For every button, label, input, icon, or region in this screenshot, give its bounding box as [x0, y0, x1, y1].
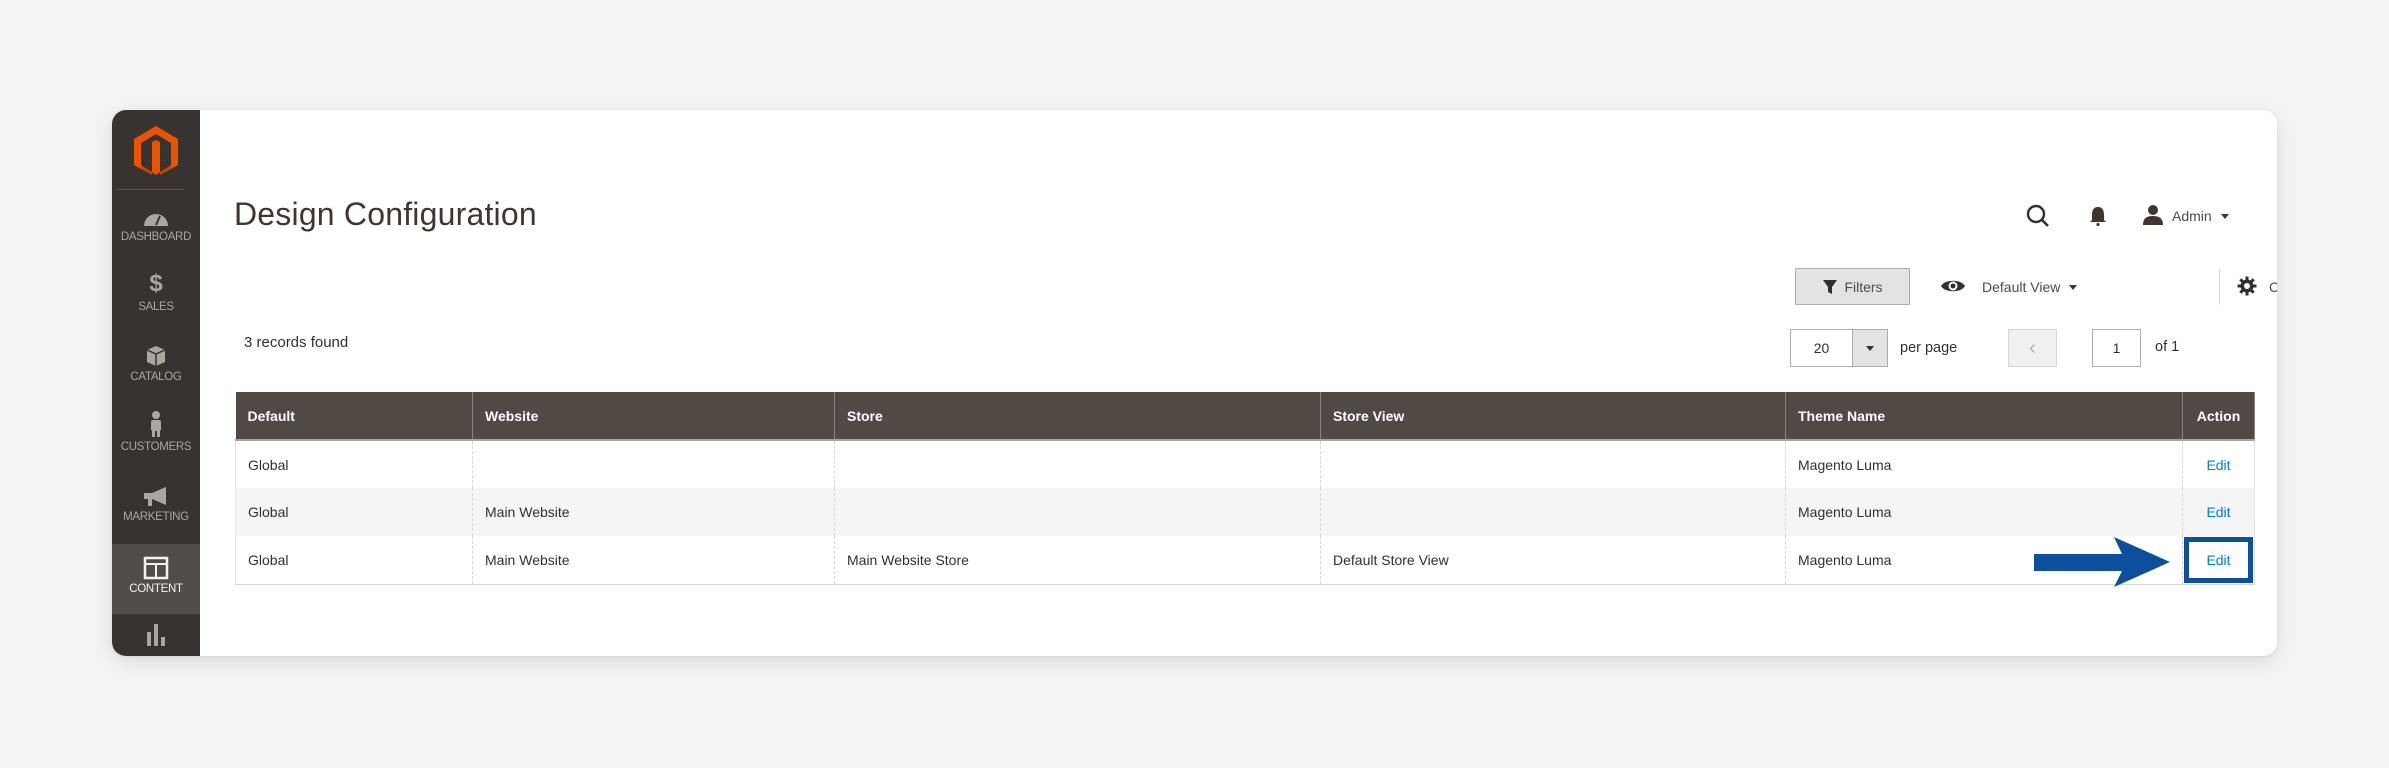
user-icon [2142, 204, 2164, 229]
design-config-grid: Default Website Store Store View Theme N… [235, 392, 2255, 585]
cell-default: Global [235, 536, 473, 585]
toolbar-divider [2219, 269, 2220, 305]
column-header-action: Action [2182, 392, 2255, 440]
table-row: Global Main Website Main Website Store D… [235, 536, 2255, 585]
cell-store-view: Default Store View [1320, 536, 1786, 585]
cell-website: Main Website [472, 536, 835, 585]
edit-link[interactable]: Edit [2206, 457, 2230, 473]
sidebar-item-customers[interactable]: Customers [112, 410, 200, 480]
sidebar-item-content[interactable]: Content [112, 544, 200, 614]
annotation-arrow-icon [2034, 537, 2170, 587]
dashboard-gauge-icon [142, 200, 170, 228]
column-header-theme-name[interactable]: Theme Name [1785, 392, 2183, 440]
funnel-icon [1823, 279, 1838, 294]
records-found-count: 3 records found [244, 334, 349, 351]
cell-default: Global [235, 488, 473, 536]
table-row: Global Magento Luma Edit [235, 440, 2255, 488]
grid-header-row: Default Website Store Store View Theme N… [235, 392, 2255, 440]
column-header-store-view[interactable]: Store View [1320, 392, 1786, 440]
chevron-down-icon [2220, 213, 2229, 219]
sidebar-item-dashboard[interactable]: Dashboard [112, 200, 200, 270]
person-icon [148, 410, 164, 438]
bar-chart-icon [145, 618, 167, 646]
columns-dropdown[interactable]: Columns [2237, 270, 2277, 304]
cell-store-view [1320, 488, 1786, 536]
sidebar-item-sales[interactable]: $ Sales [112, 270, 200, 340]
default-view-dropdown[interactable]: Default View [1940, 270, 2078, 304]
cell-theme: Magento Luma [1785, 440, 2183, 488]
dollar-icon: $ [149, 270, 163, 297]
cell-action: Edit [2182, 440, 2255, 488]
user-name: Admin [2172, 208, 2212, 224]
edit-link-highlighted[interactable]: Edit [2206, 552, 2230, 568]
previous-page-button[interactable]: ‹ [2008, 329, 2057, 367]
filters-button[interactable]: Filters [1795, 268, 1910, 305]
cell-theme: Magento Luma [1785, 488, 2183, 536]
table-row: Global Main Website Magento Luma Edit [235, 488, 2255, 536]
total-pages: of 1 [2155, 339, 2180, 355]
chevron-down-icon [1866, 345, 1874, 351]
cell-default: Global [235, 440, 473, 488]
column-header-website[interactable]: Website [472, 392, 835, 440]
sidebar-item-catalog[interactable]: Catalog [112, 340, 200, 410]
admin-window: Dashboard $ Sales Catalog Customers Mark… [112, 110, 2277, 656]
chevron-down-icon [2069, 284, 2078, 290]
cell-store-view [1320, 440, 1786, 488]
sidebar-item-reports[interactable] [112, 618, 200, 656]
per-page-label: per page [1900, 340, 1958, 356]
cell-website [472, 440, 835, 488]
sidebar-item-marketing[interactable]: Marketing [112, 480, 200, 550]
box-icon [145, 340, 167, 368]
cell-website: Main Website [472, 488, 835, 536]
eye-icon [1940, 278, 1966, 297]
edit-link[interactable]: Edit [2206, 504, 2230, 520]
cell-store: Main Website Store [834, 536, 1321, 585]
per-page-value[interactable]: 20 [1790, 329, 1852, 367]
header-actions: Admin [2022, 200, 2229, 232]
cell-store [834, 488, 1321, 536]
search-icon[interactable] [2022, 200, 2054, 232]
layout-icon [143, 552, 169, 580]
megaphone-icon [142, 480, 170, 508]
admin-sidebar: Dashboard $ Sales Catalog Customers Mark… [112, 110, 200, 656]
admin-user-menu[interactable]: Admin [2142, 204, 2229, 229]
per-page-select: 20 per page [1790, 329, 1957, 367]
sidebar-divider [116, 189, 184, 190]
chevron-left-icon: ‹ [2029, 336, 2036, 359]
page-title: Design Configuration [234, 196, 537, 232]
cell-store [834, 440, 1321, 488]
per-page-toggle[interactable] [1852, 329, 1888, 367]
cell-action: Edit [2182, 488, 2255, 536]
column-header-default[interactable]: Default [235, 392, 473, 440]
cell-action: Edit [2182, 536, 2255, 585]
column-header-store[interactable]: Store [834, 392, 1321, 440]
gear-icon [2237, 276, 2257, 299]
magento-logo-icon[interactable] [130, 124, 182, 180]
notifications-bell-icon[interactable] [2082, 200, 2114, 232]
current-page-input[interactable] [2092, 329, 2141, 367]
